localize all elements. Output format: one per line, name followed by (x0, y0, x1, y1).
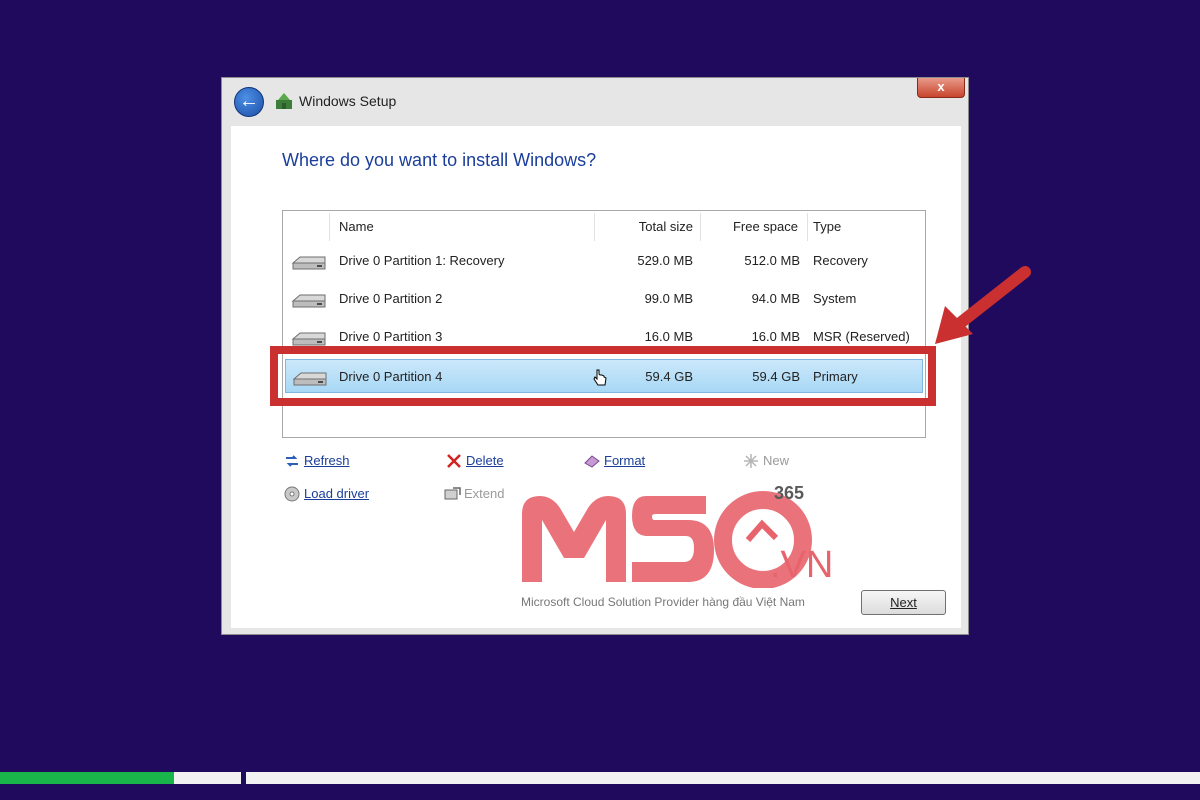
close-icon: x (937, 79, 945, 94)
column-header-total-size[interactable]: Total size (603, 211, 693, 243)
new-link[interactable]: New (742, 451, 789, 471)
setup-progress-bar (0, 772, 1200, 784)
column-separator (807, 213, 808, 241)
watermark-domain-suffix: .VN (770, 544, 834, 586)
next-button[interactable]: Next (861, 590, 946, 615)
extend-label: Extend (464, 486, 505, 501)
delete-x-icon (447, 453, 461, 468)
delete-link[interactable]: Delete (445, 451, 504, 471)
partition-row-1[interactable]: Drive 0 Partition 1: Recovery 529.0 MB 5… (285, 244, 923, 278)
eraser-icon (584, 454, 600, 468)
watermark-365-badge: 365 (774, 483, 805, 503)
refresh-icon (286, 454, 298, 467)
back-arrow-icon: ← (239, 90, 259, 112)
selection-highlight-frame (270, 346, 936, 406)
back-button[interactable]: ← (234, 87, 264, 117)
column-separator (594, 213, 595, 241)
page-heading: Where do you want to install Windows? (282, 150, 597, 170)
partition-total-size: 529.0 MB (637, 253, 693, 268)
extend-link[interactable]: Extend (443, 484, 504, 504)
partition-free-space: 512.0 MB (744, 253, 800, 268)
new-label: New (763, 453, 790, 468)
drive-icon (291, 294, 326, 308)
partition-name: Drive 0 Partition 2 (339, 291, 443, 306)
table-header: Name Total size Free space Type (283, 211, 925, 243)
setup-screen: ← Windows Setup x Where do you want to i… (0, 0, 1200, 800)
next-label: Next (890, 595, 917, 610)
windows-setup-icon (276, 93, 292, 109)
partition-type: Recovery (813, 253, 868, 268)
refresh-link[interactable]: Refresh (283, 451, 350, 471)
column-header-name[interactable]: Name (339, 211, 374, 243)
delete-label: Delete (466, 453, 504, 468)
load-driver-label: Load driver (304, 486, 370, 501)
progress-step-divider (241, 772, 246, 784)
new-sparkle-icon (744, 453, 758, 468)
column-header-type[interactable]: Type (813, 211, 841, 243)
format-label: Format (604, 453, 646, 468)
window-title: Windows Setup (299, 93, 397, 109)
setup-progress-fill (0, 772, 174, 784)
refresh-label: Refresh (304, 453, 350, 468)
partition-name: Drive 0 Partition 1: Recovery (339, 253, 505, 268)
extend-disk-icon (444, 486, 461, 500)
title-bar: ← Windows Setup x (222, 78, 968, 126)
format-link[interactable]: Format (583, 451, 645, 471)
column-separator (700, 213, 701, 241)
load-driver-link[interactable]: Load driver (283, 484, 369, 504)
partition-total-size: 99.0 MB (644, 291, 693, 306)
column-header-free-space[interactable]: Free space (708, 211, 798, 243)
red-arrow-icon (935, 266, 1031, 344)
partition-type: System (813, 291, 857, 306)
load-driver-disc-icon (284, 486, 300, 502)
close-button[interactable]: x (917, 78, 965, 98)
partition-row-2[interactable]: Drive 0 Partition 2 99.0 MB 94.0 MB Syst… (285, 282, 923, 316)
drive-icon (291, 256, 326, 270)
watermark-tagline: Microsoft Cloud Solution Provider hàng đ… (521, 595, 805, 609)
partition-free-space: 94.0 MB (751, 291, 800, 306)
column-separator (329, 213, 330, 241)
